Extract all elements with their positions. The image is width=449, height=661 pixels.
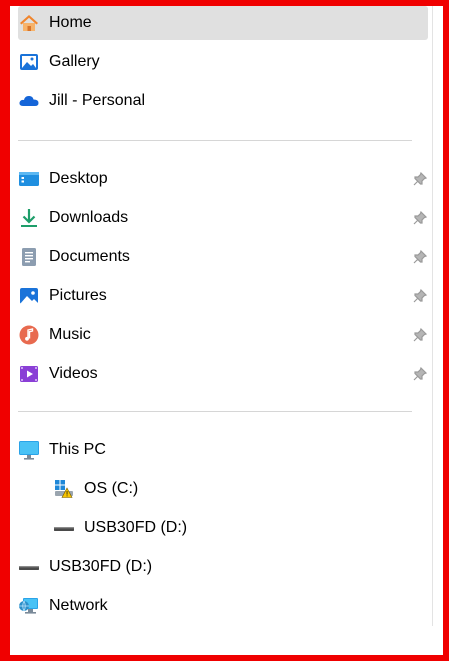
nav-item-label: Gallery [49,53,100,70]
pin-icon[interactable] [412,327,428,343]
usb-drive-icon [18,556,40,578]
navigation-pane: Home Gallery Jill - Personal Desktop Dow… [10,6,432,655]
nav-item-label: USB30FD (D:) [49,558,153,575]
nav-item-gallery[interactable]: Gallery [18,45,428,79]
music-icon [18,324,40,346]
monitor-icon [18,439,40,461]
nav-item-music[interactable]: Music [18,318,428,352]
pin-icon[interactable] [412,249,428,265]
nav-item-this-pc[interactable]: This PC [18,433,428,467]
nav-item-videos[interactable]: Videos [18,357,428,391]
nav-item-os-drive[interactable]: OS (C:) [53,472,449,506]
nav-item-usb-drive-nested[interactable]: USB30FD (D:) [53,511,449,545]
nav-item-label: Desktop [49,170,108,187]
pin-icon[interactable] [412,366,428,382]
nav-item-desktop[interactable]: Desktop [18,162,428,196]
pin-icon[interactable] [412,210,428,226]
gallery-icon [18,51,40,73]
videos-icon [18,363,40,385]
nav-item-onedrive[interactable]: Jill - Personal [18,84,428,118]
usb-drive-icon [53,517,75,539]
pane-scroll-edge [432,6,433,626]
nav-item-label: Music [49,326,91,343]
nav-item-label: This PC [49,441,106,458]
nav-item-label: Network [49,597,108,614]
nav-item-label: USB30FD (D:) [84,519,188,536]
nav-item-label: Home [49,14,92,31]
desktop-folder-icon [18,168,40,190]
nav-item-documents[interactable]: Documents [18,240,428,274]
pin-icon[interactable] [412,171,428,187]
documents-icon [18,246,40,268]
nav-item-label: Downloads [49,209,129,226]
nav-item-network[interactable]: Network [18,589,428,623]
pictures-icon [18,285,40,307]
network-icon [18,595,40,617]
windows-drive-icon [53,478,75,500]
nav-item-label: Pictures [49,287,107,304]
section-divider [18,140,412,141]
download-arrow-icon [18,207,40,229]
nav-item-label: Jill - Personal [49,92,146,109]
home-icon [18,12,40,34]
nav-item-label: Videos [49,365,98,382]
onedrive-cloud-icon [18,90,40,112]
nav-item-pictures[interactable]: Pictures [18,279,428,313]
nav-item-usb-drive[interactable]: USB30FD (D:) [18,550,428,584]
section-divider [18,411,412,412]
nav-item-downloads[interactable]: Downloads [18,201,428,235]
nav-item-label: Documents [49,248,130,265]
nav-item-label: OS (C:) [84,480,139,497]
pin-icon[interactable] [412,288,428,304]
nav-item-home[interactable]: Home [18,6,428,40]
